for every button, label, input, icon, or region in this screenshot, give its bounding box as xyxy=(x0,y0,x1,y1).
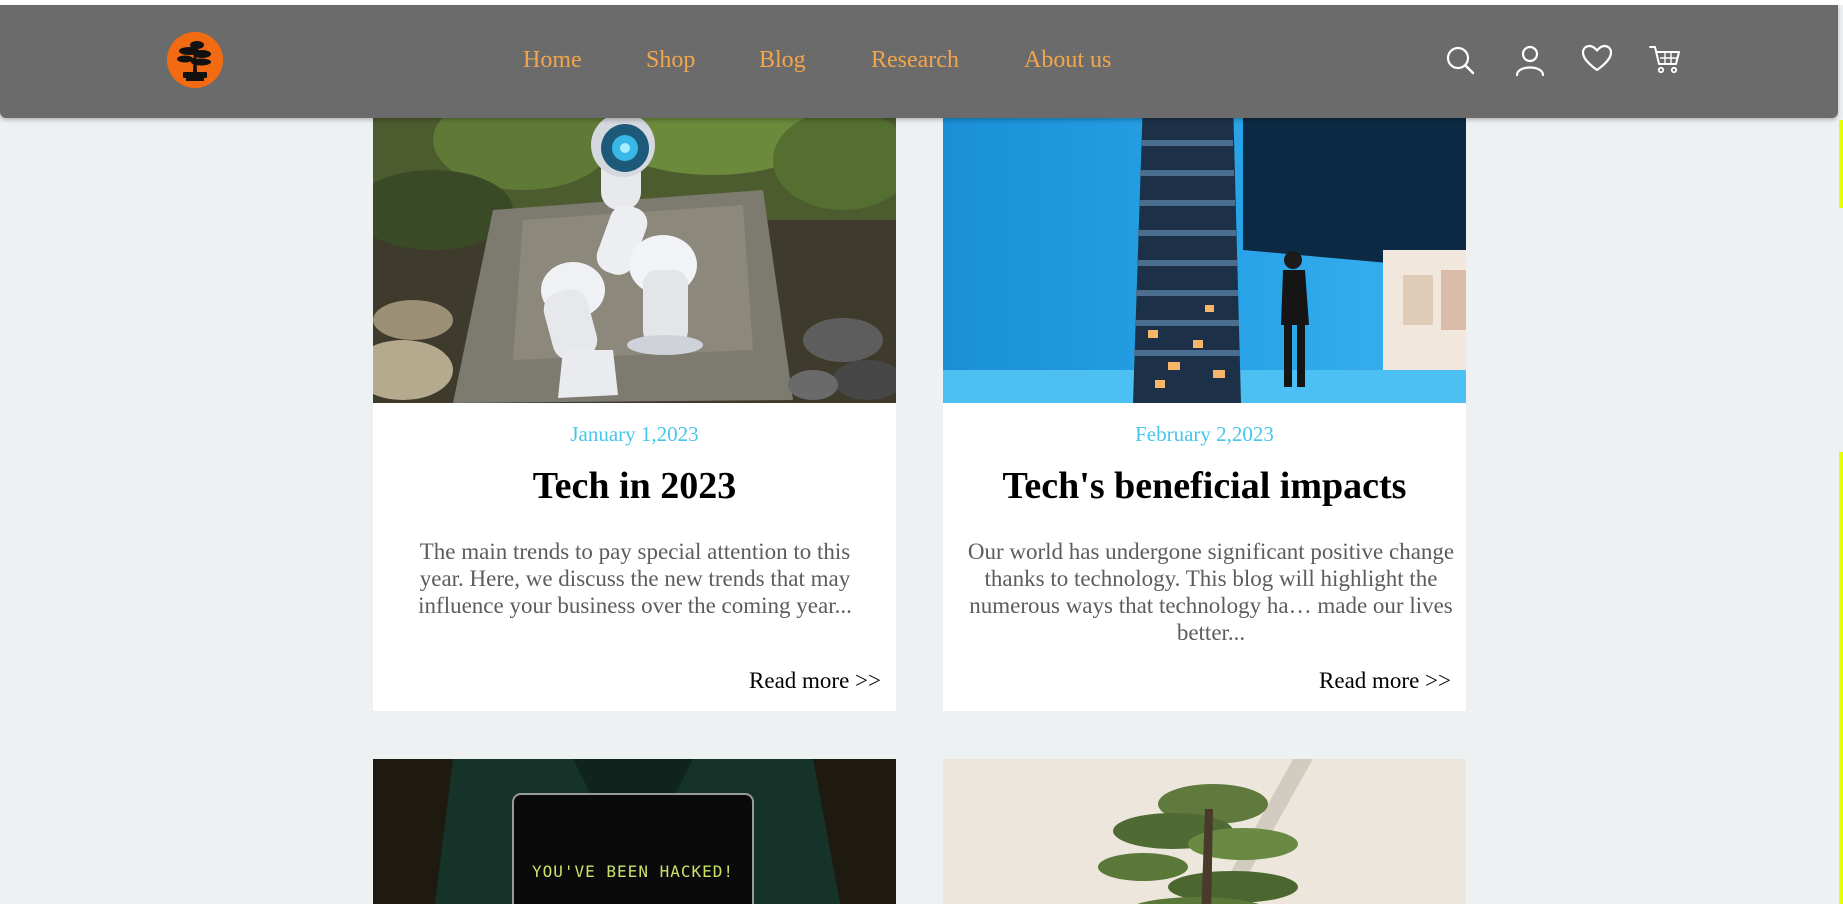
blog-post-card[interactable]: YOU'VE BEEN HACKED! xyxy=(373,759,896,904)
nav-blog[interactable]: Blog xyxy=(759,47,806,74)
nav-shop[interactable]: Shop xyxy=(646,47,695,74)
read-more-link[interactable]: Read more >> xyxy=(749,668,881,694)
nav-home[interactable]: Home xyxy=(523,47,582,74)
post-title[interactable]: Tech in 2023 xyxy=(373,464,896,508)
page: Home Shop Blog Research About us January… xyxy=(0,0,1843,904)
scroll-accent-top xyxy=(1839,120,1843,208)
bonsai-logo-icon[interactable] xyxy=(167,32,223,88)
post-date: January 1,2023 xyxy=(570,422,699,446)
read-more-link[interactable]: Read more >> xyxy=(1319,668,1451,694)
nav-research[interactable]: Research xyxy=(871,47,959,74)
user-icon[interactable] xyxy=(1513,43,1547,77)
nav-about-us[interactable]: About us xyxy=(1024,47,1111,74)
blog-post-card[interactable]: February 2,2023 Tech's beneficial impact… xyxy=(943,100,1466,711)
hacked-laptop-image[interactable]: YOU'VE BEEN HACKED! xyxy=(373,759,896,904)
heart-icon[interactable] xyxy=(1580,42,1614,76)
bonsai-tree-image[interactable] xyxy=(943,759,1466,904)
tv-tower-image[interactable] xyxy=(943,100,1466,403)
scroll-accent-bottom xyxy=(1839,452,1843,904)
post-date: February 2,2023 xyxy=(1135,422,1274,446)
cart-icon[interactable] xyxy=(1648,42,1682,76)
robot-arm-image[interactable] xyxy=(373,100,896,403)
blog-post-card[interactable] xyxy=(943,759,1466,904)
search-icon[interactable] xyxy=(1443,43,1477,77)
blog-post-card[interactable]: January 1,2023 Tech in 2023 The main tre… xyxy=(373,100,896,711)
post-excerpt: Our world has undergone significant posi… xyxy=(967,539,1455,645)
site-header: Home Shop Blog Research About us xyxy=(0,5,1838,118)
post-excerpt: The main trends to pay special attention… xyxy=(418,539,852,618)
post-title[interactable]: Tech's beneficial impacts xyxy=(943,464,1466,508)
hacked-screen-text: YOU'VE BEEN HACKED! xyxy=(532,862,734,881)
